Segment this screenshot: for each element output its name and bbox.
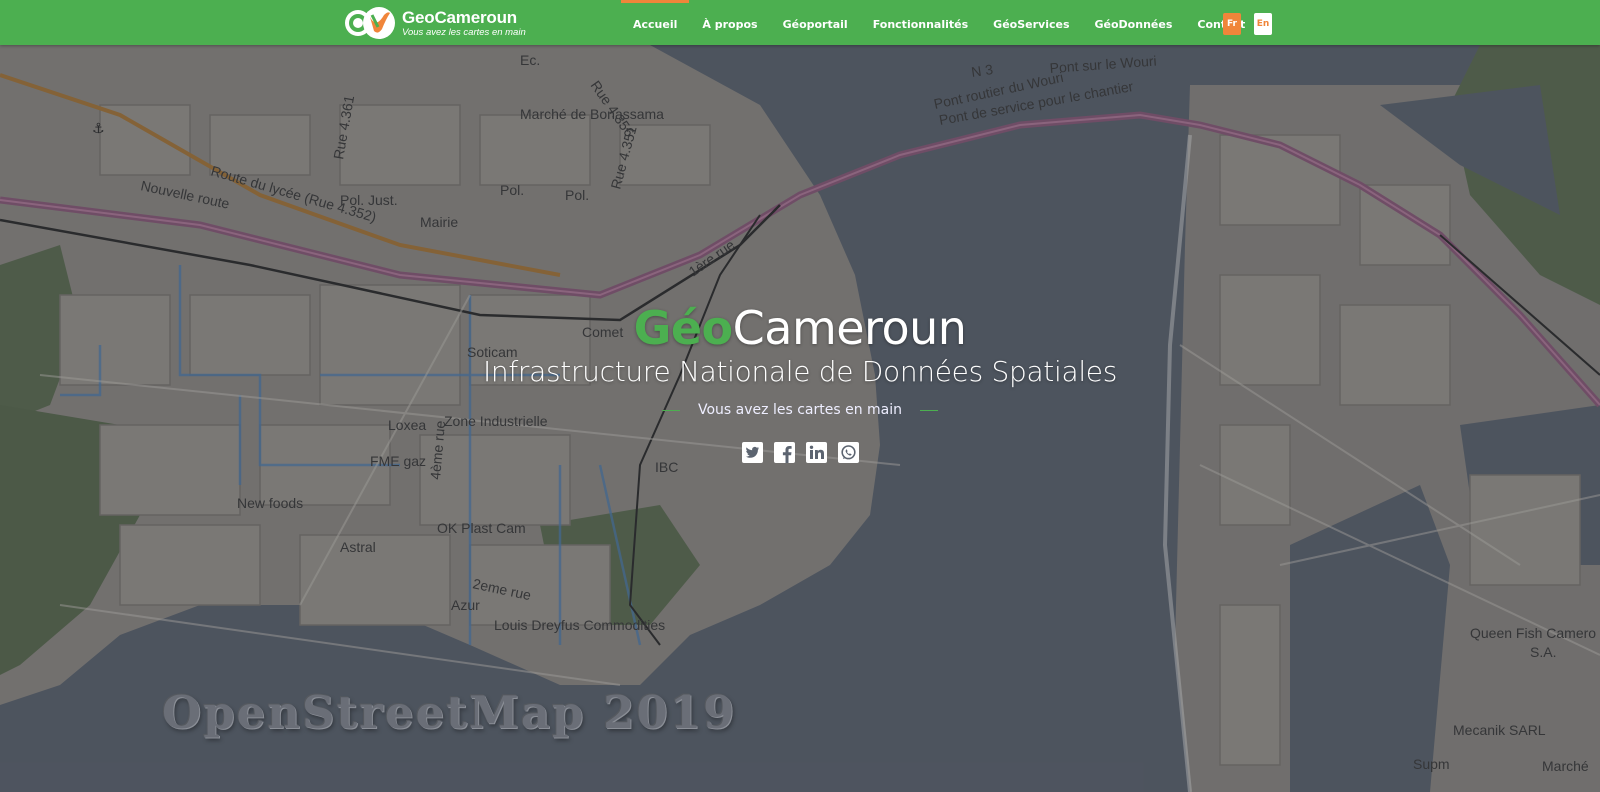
tagline-row: Vous avez les cartes en main	[0, 402, 1600, 418]
lang-fr-button[interactable]: Fr	[1223, 13, 1241, 35]
brand-logo-link[interactable]: GeoCameroun Vous avez les cartes en main	[344, 3, 526, 43]
map-watermark: OpenStreetMap 2019	[162, 686, 737, 739]
hero-title-white: Cameroun	[732, 301, 967, 355]
nav-item-a-propos[interactable]: À propos	[702, 0, 757, 45]
nav-item-geoservices[interactable]: GéoServices	[993, 0, 1069, 45]
twitter-icon[interactable]	[741, 442, 763, 463]
hero-subtitle: Infrastructure Nationale de Données Spat…	[482, 355, 1118, 388]
hero-tagline: Vous avez les cartes en main	[698, 402, 902, 418]
lang-en-button[interactable]: En	[1254, 13, 1272, 35]
whatsapp-icon[interactable]	[837, 442, 859, 463]
facebook-icon[interactable]	[773, 442, 795, 463]
social-links	[0, 442, 1600, 463]
hero-title-green: Géo	[633, 301, 734, 355]
tagline-divider-left	[662, 409, 680, 411]
brand-text: GeoCameroun Vous avez les cartes en main	[402, 9, 526, 38]
nav-item-geodonnees[interactable]: GéoDonnées	[1095, 0, 1173, 45]
brand-tagline: Vous avez les cartes en main	[402, 26, 526, 38]
main-nav: Accueil À propos Géoportail Fonctionnali…	[620, 0, 1270, 45]
nav-item-fonctionnalites[interactable]: Fonctionnalités	[873, 0, 968, 45]
hero-title: GéoCameroun	[0, 296, 1600, 360]
brand-name: GeoCameroun	[402, 7, 517, 27]
hero-section: GéoCameroun Infrastructure Nationale de …	[0, 296, 1600, 463]
top-navbar: GeoCameroun Vous avez les cartes en main…	[0, 0, 1600, 45]
geocameroun-logo-icon	[345, 7, 395, 39]
tagline-divider-right	[920, 409, 938, 411]
nav-item-accueil[interactable]: Accueil	[620, 0, 690, 45]
nav-item-geoportail[interactable]: Géoportail	[783, 0, 848, 45]
linkedin-icon[interactable]	[805, 442, 827, 463]
